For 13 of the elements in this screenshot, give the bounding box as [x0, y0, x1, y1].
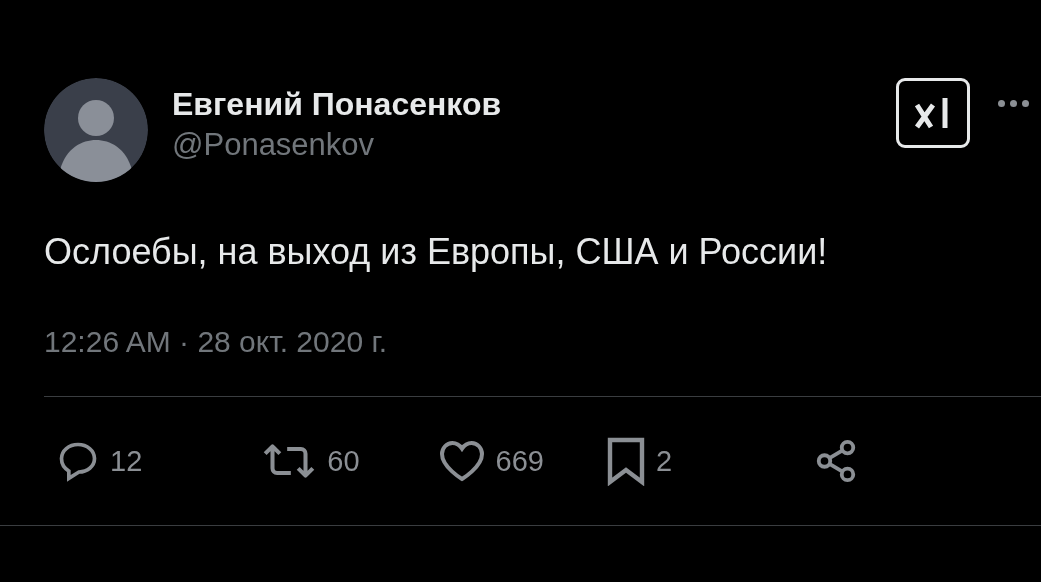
avatar[interactable] [44, 78, 148, 182]
bookmark-icon [605, 436, 646, 486]
logo-icon[interactable] [896, 78, 970, 148]
heart-icon [437, 439, 486, 483]
retweet-button[interactable]: 60 [261, 439, 360, 483]
more-icon[interactable] [998, 100, 1029, 107]
bookmark-button[interactable]: 2 [605, 436, 673, 486]
author-handle[interactable]: @Ponasenkov [172, 124, 896, 166]
reply-button[interactable]: 12 [56, 439, 143, 483]
like-button[interactable]: 669 [437, 439, 544, 483]
author-name[interactable]: Евгений Понасенков [172, 84, 896, 124]
timestamp: 12:26 AM · 28 окт. 2020 г. [44, 324, 389, 360]
tweet-text: Ослоебы, на выход из Европы, США и России! [44, 230, 829, 274]
